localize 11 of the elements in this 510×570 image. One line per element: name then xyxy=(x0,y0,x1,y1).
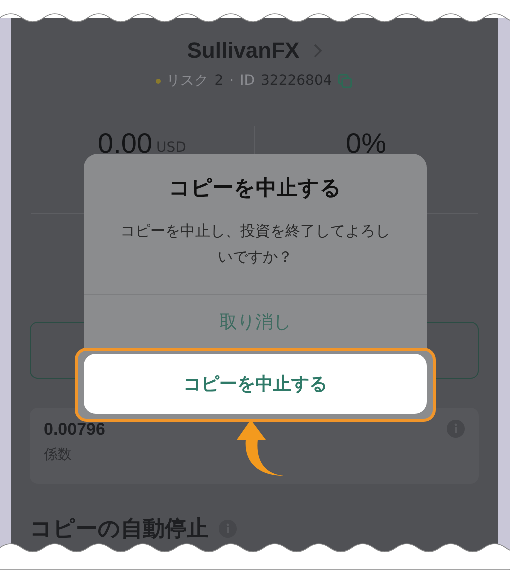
stat-value: 0.00 xyxy=(98,130,153,158)
separator: · xyxy=(230,73,234,89)
risk-dot-icon xyxy=(156,78,161,84)
stop-copy-button[interactable]: コピーを中止する xyxy=(84,354,427,414)
risk-label: リスク xyxy=(166,72,209,90)
dialog-title: コピーを中止する xyxy=(168,175,343,202)
coefficient-value: 0.00796 xyxy=(44,420,106,440)
dialog-message: コピーを中止し、投資を終了してよろしいですか？ xyxy=(120,221,392,268)
stat-value: 0% xyxy=(346,130,386,158)
copy-icon[interactable] xyxy=(338,74,354,88)
id-label: ID xyxy=(240,73,256,89)
